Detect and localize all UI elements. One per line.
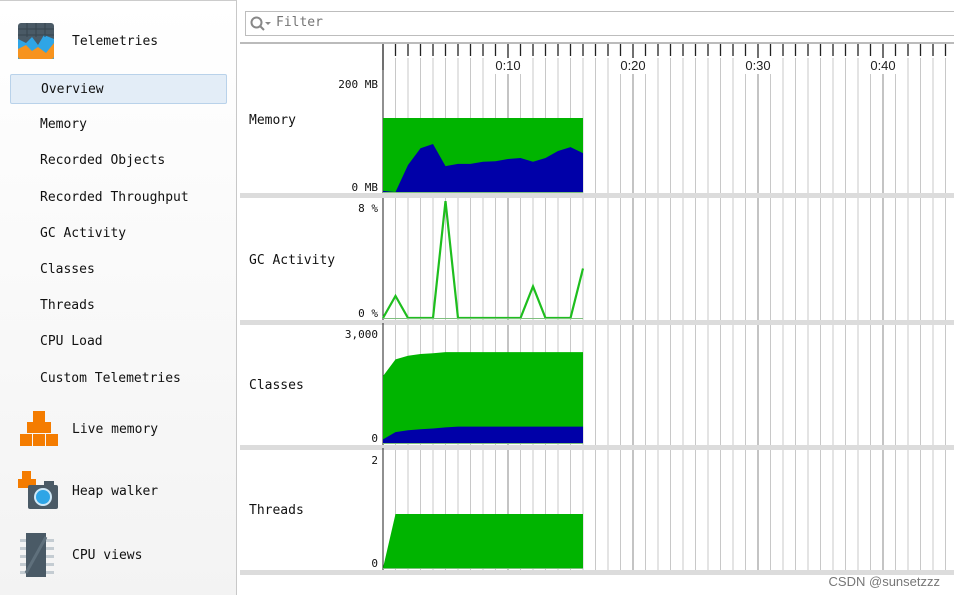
panel-label: Threads xyxy=(249,503,304,518)
telemetry-overview-chart: 0:10 0:20 0:30 0:40 Memory 200 MB 0 MB GC Activ… xyxy=(240,42,954,575)
y-min-label: 0 xyxy=(371,557,378,570)
time-tick-label: 0:40 xyxy=(870,58,895,73)
panel-gc-activity: GC Activity 8 % 0 % xyxy=(240,198,954,325)
sidebar-item-classes[interactable]: Classes xyxy=(10,255,227,285)
y-min-label: 0 MB xyxy=(352,181,379,194)
panel-threads: Threads 2 0 xyxy=(240,448,954,575)
watermark: CSDN @sunsetzzz xyxy=(828,574,940,589)
cubes-icon xyxy=(20,411,58,446)
panel-separator xyxy=(240,445,954,450)
filter-input[interactable] xyxy=(274,14,878,31)
search-icon xyxy=(250,16,271,31)
series-allocated-area xyxy=(383,514,583,569)
panel-separator xyxy=(240,320,954,325)
panel-separator xyxy=(240,193,954,198)
sidebar-item-memory[interactable]: Memory xyxy=(10,110,227,140)
nav-group-heap-walker[interactable]: Heap walker xyxy=(18,471,158,511)
sidebar-item-recorded-objects[interactable]: Recorded Objects xyxy=(10,146,227,176)
sidebar-item-cpu-load[interactable]: CPU Load xyxy=(10,327,227,357)
panel-label: Memory xyxy=(249,113,296,128)
y-min-label: 0 % xyxy=(358,307,378,320)
sidebar-item-gc-activity[interactable]: GC Activity xyxy=(10,219,227,249)
nav-group-cpu-views[interactable]: CPU views xyxy=(18,533,142,577)
sidebar: Telemetries Overview Memory Recorded Objec… xyxy=(0,0,237,595)
time-tick-label: 0:30 xyxy=(745,58,770,73)
y-min-label: 0 xyxy=(371,432,378,445)
nav-group-live-memory[interactable]: Live memory xyxy=(18,409,158,449)
nav-group-label: Heap walker xyxy=(72,483,159,499)
chip-icon xyxy=(20,533,54,577)
nav-group-label: CPU views xyxy=(72,547,143,563)
sidebar-item-threads[interactable]: Threads xyxy=(10,291,227,321)
panel-memory: Memory 200 MB 0 MB xyxy=(240,45,954,198)
y-max-label: 2 xyxy=(371,454,378,467)
y-max-label: 200 MB xyxy=(338,78,378,91)
nav-group-label: Live memory xyxy=(72,421,159,437)
nav-group-telemetries[interactable]: Telemetries xyxy=(18,21,158,61)
time-tick-label: 0:20 xyxy=(620,58,645,73)
panel-label: Classes xyxy=(249,378,304,393)
sidebar-item-recorded-throughput[interactable]: Recorded Throughput xyxy=(10,183,227,213)
telemetries-chart-icon xyxy=(18,23,54,59)
time-tick-label: 0:10 xyxy=(495,58,520,73)
y-max-label: 3,000 xyxy=(345,328,378,341)
sidebar-item-custom-telemetries[interactable]: Custom Telemetries xyxy=(10,364,227,394)
panel-classes: Classes 3,000 0 xyxy=(240,323,954,450)
y-max-label: 8 % xyxy=(358,202,378,215)
nav-group-label: Telemetries xyxy=(72,33,159,49)
camera-icon xyxy=(18,471,58,509)
filter-field[interactable] xyxy=(245,11,954,36)
panel-label: GC Activity xyxy=(249,253,335,268)
sidebar-item-overview[interactable]: Overview xyxy=(10,74,227,104)
